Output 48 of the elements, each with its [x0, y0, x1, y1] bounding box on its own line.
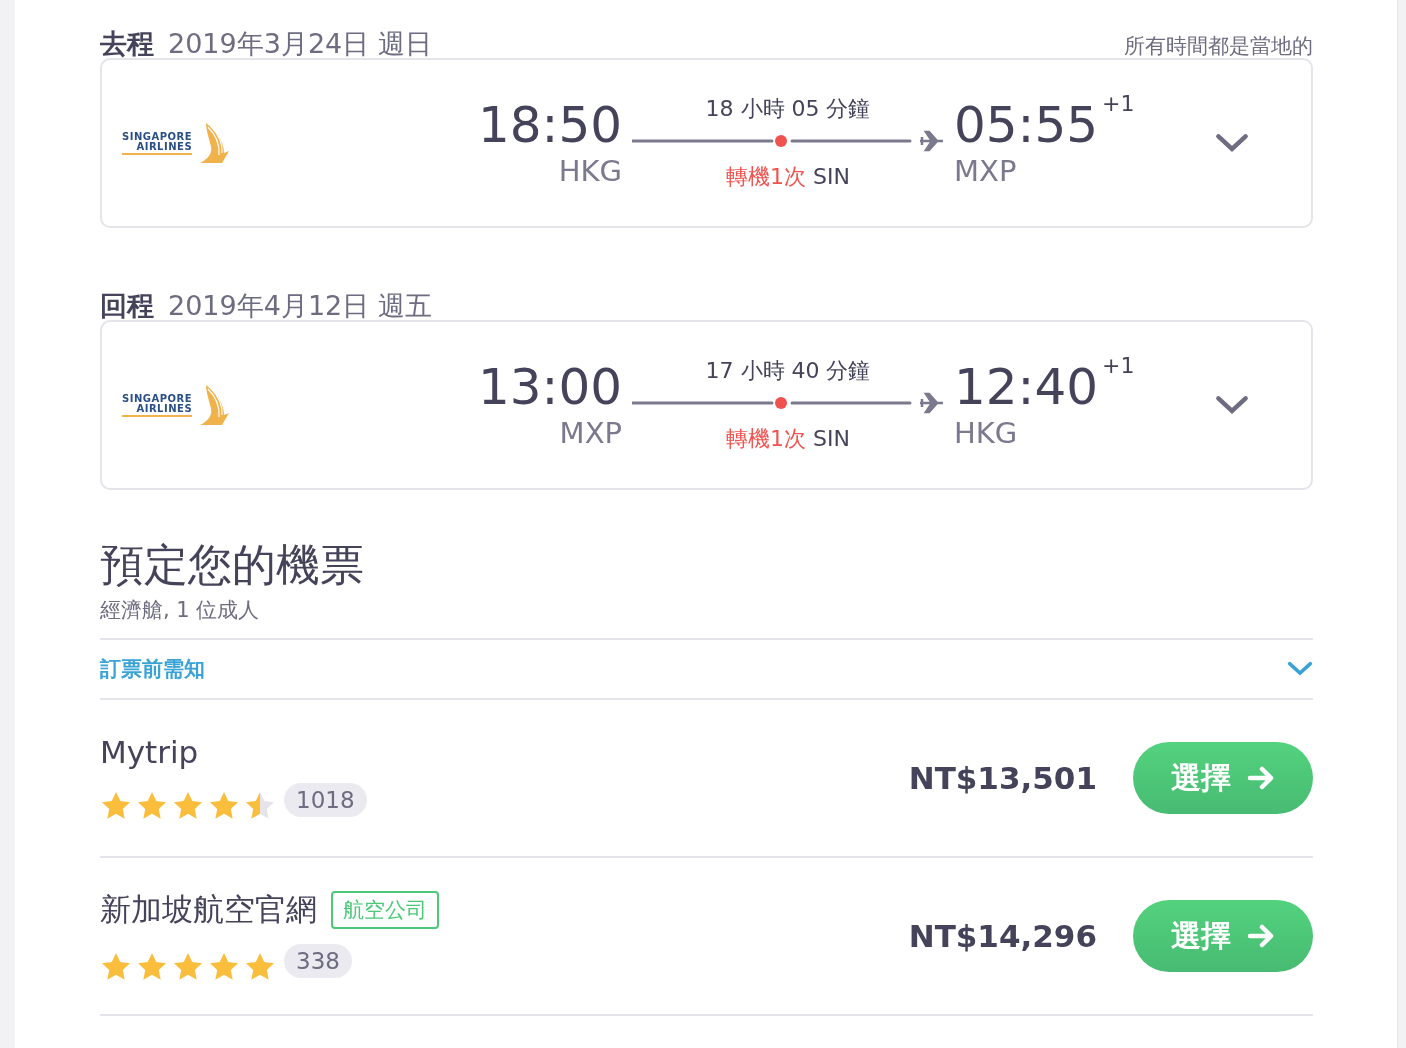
select-button[interactable]: 選擇: [1133, 900, 1313, 972]
arrow-right-icon: [1247, 924, 1275, 948]
arrival-time: 12:40: [954, 359, 1099, 415]
provider-name: Mytrip: [100, 734, 199, 770]
star-icon: [208, 951, 240, 983]
flight-duration: 17 小時 40 分鐘: [705, 357, 871, 385]
leg-label: 回程: [100, 290, 154, 321]
chevron-icon[interactable]: [1287, 661, 1313, 677]
airline-logo-text: SINGAPORE AIRLINES: [122, 393, 193, 417]
review-count: 1018: [284, 783, 367, 817]
departure-airport: HKG: [558, 153, 622, 189]
star-icon: [208, 790, 240, 822]
price: NT$13,501: [908, 760, 1097, 796]
day-offset: +1: [1102, 91, 1135, 116]
day-offset: +1: [1102, 353, 1135, 378]
provider-name: 新加坡航空官網: [100, 890, 317, 929]
leg-label: 去程: [100, 28, 154, 59]
airline-logo-text: SINGAPORE AIRLINES: [122, 131, 193, 155]
leg-date: 2019年3月24日 週日: [168, 28, 432, 59]
local-time-note: 所有時間都是當地的: [1124, 33, 1313, 60]
chevron-icon[interactable]: [1214, 132, 1249, 154]
flight-duration: 18 小時 05 分鐘: [705, 95, 871, 123]
price: NT$14,296: [908, 918, 1097, 954]
arrival-time: 05:55: [954, 97, 1099, 153]
departure-airport: MXP: [559, 415, 622, 451]
booking-notice-toggle[interactable]: 訂票前需知: [100, 638, 1313, 700]
booking-title: 預定您的機票: [100, 538, 365, 592]
star-icon: [136, 790, 168, 822]
provider-tag: 航空公司: [331, 891, 439, 929]
stops-info: 轉機1次 SIN: [726, 163, 850, 191]
booking-subtitle: 經濟艙, 1 位成人: [100, 597, 261, 624]
star-icon: [100, 951, 132, 983]
star-icon: [172, 951, 204, 983]
arrival-airport: MXP: [954, 153, 1017, 189]
departure-time: 18:50: [477, 97, 622, 153]
leg-date: 2019年4月12日 週五: [168, 290, 432, 321]
select-button[interactable]: 選擇: [1133, 742, 1313, 814]
departure-time: 13:00: [477, 359, 622, 415]
review-count: 338: [284, 944, 352, 978]
star-icon: [244, 790, 276, 822]
stops-info: 轉機1次 SIN: [726, 425, 850, 453]
arrow-right-icon: [1247, 766, 1275, 790]
star-icon: [244, 951, 276, 983]
star-icon: [136, 951, 168, 983]
star-icon: [172, 790, 204, 822]
chevron-icon[interactable]: [1214, 394, 1249, 416]
arrival-airport: HKG: [954, 415, 1018, 451]
star-icon: [100, 790, 132, 822]
